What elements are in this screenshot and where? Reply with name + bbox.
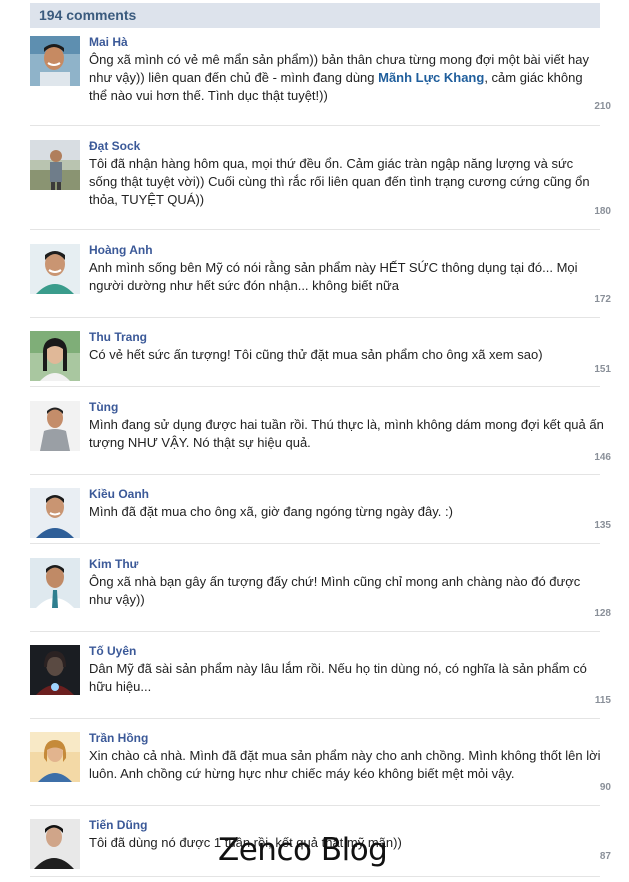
comment-item: Mai Hà Ông xã mình có vẻ mê mẩn sản phẩm… xyxy=(30,28,611,126)
like-count: 151 xyxy=(594,364,611,375)
like-count: 135 xyxy=(594,520,611,531)
comment-text: Anh mình sống bên Mỹ có nói rằng sản phẩ… xyxy=(89,260,578,293)
avatar-woman-smiling[interactable] xyxy=(30,331,80,381)
like-count: 172 xyxy=(594,294,611,305)
comment-text: Ông xã nhà bạn gây ấn tượng đấy chứ! Mìn… xyxy=(89,574,581,607)
comment-text: Dân Mỹ đã sài sản phẩm này lâu lắm rồi. … xyxy=(89,661,587,694)
like-count: 90 xyxy=(599,782,611,793)
avatar-man-blue-shirt[interactable] xyxy=(30,488,80,538)
comment-author[interactable]: Hoàng Anh xyxy=(89,243,153,257)
watermark-text: Zenco Blog xyxy=(218,832,388,868)
like-count: 128 xyxy=(594,608,611,619)
comment-author[interactable]: Tùng xyxy=(89,400,118,414)
comment-item: Tùng Mình đang sử dụng được hai tuần rồi… xyxy=(30,393,611,475)
like-count: 210 xyxy=(594,101,611,112)
comment-item: Hoàng Anh Anh mình sống bên Mỹ có nói rằ… xyxy=(30,236,611,318)
comment-text: Mình đang sử dụng được hai tuần rồi. Thú… xyxy=(89,417,604,450)
like-count: 115 xyxy=(594,695,611,706)
comment-item: Trần Hồng Xin chào cả nhà. Mình đã đặt m… xyxy=(30,724,611,806)
comments-count-header: 194 comments xyxy=(30,3,600,28)
comment-text: Ông xã mình có vẻ mê mẩn sản phẩm)) bản … xyxy=(89,52,589,103)
comment-author[interactable]: Tiến Dũng xyxy=(89,818,147,832)
comment-item: Tố Uyên Dân Mỹ đã sài sản phẩm này lâu l… xyxy=(30,637,611,719)
comment-text: Tôi đã nhận hàng hôm qua, mọi thứ đều ổn… xyxy=(89,156,590,207)
avatar-man-smiling[interactable] xyxy=(30,36,80,86)
comment-author[interactable]: Tố Uyên xyxy=(89,644,136,658)
comment-author[interactable]: Mai Hà xyxy=(89,35,128,49)
avatar-man-teal-shirt[interactable] xyxy=(30,244,80,294)
comment-item: Thu Trang Có vẻ hết sức ấn tượng! Tôi cũ… xyxy=(30,323,611,387)
comment-author[interactable]: Kiều Oanh xyxy=(89,487,149,501)
like-count: 146 xyxy=(594,452,611,463)
like-count: 87 xyxy=(599,851,611,862)
comment-item: Kim Thư Ông xã nhà bạn gây ấn tượng đấy … xyxy=(30,550,611,632)
avatar-armor-figure[interactable] xyxy=(30,645,80,695)
comment-text: Xin chào cả nhà. Mình đã đặt mua sản phẩ… xyxy=(89,748,601,781)
comment-text: Mình đã đặt mua cho ông xã, giờ đang ngó… xyxy=(89,504,453,519)
like-count: 180 xyxy=(594,206,611,217)
avatar-man-tie[interactable] xyxy=(30,558,80,608)
comment-author[interactable]: Thu Trang xyxy=(89,330,147,344)
avatar-man-dark-shirt[interactable] xyxy=(30,819,80,869)
avatar-woman-sunlight[interactable] xyxy=(30,732,80,782)
comment-item: Đạt Sock Tôi đã nhận hàng hôm qua, mọi t… xyxy=(30,132,611,230)
comment-author[interactable]: Đạt Sock xyxy=(89,139,140,153)
comment-author[interactable]: Kim Thư xyxy=(89,557,138,571)
comment-author[interactable]: Trần Hồng xyxy=(89,731,148,745)
avatar-man-grey-shirt[interactable] xyxy=(30,401,80,451)
product-link[interactable]: Mãnh Lực Khang xyxy=(378,70,484,85)
comment-item: Kiều Oanh Mình đã đặt mua cho ông xã, gi… xyxy=(30,480,611,544)
avatar-man-outdoor[interactable] xyxy=(30,140,80,190)
comment-text: Có vẻ hết sức ấn tượng! Tôi cũng thử đặt… xyxy=(89,347,543,362)
